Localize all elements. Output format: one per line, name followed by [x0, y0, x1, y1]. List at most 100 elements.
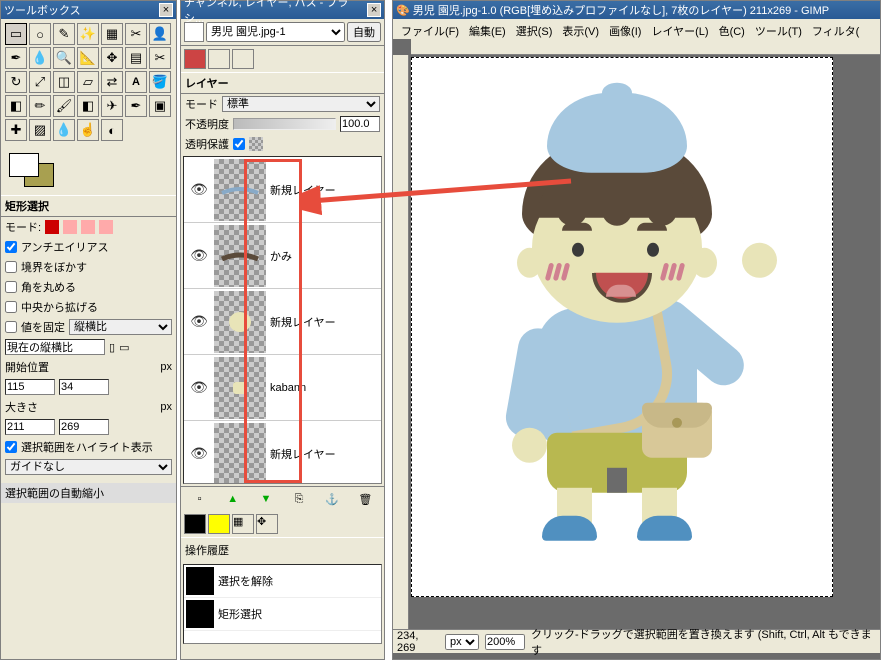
- ruler-horizontal[interactable]: [411, 39, 880, 55]
- flip-tool[interactable]: ⇄: [101, 71, 123, 93]
- brush-tab-icon[interactable]: [184, 514, 206, 534]
- canvas[interactable]: [411, 57, 833, 597]
- text-tool[interactable]: A: [125, 71, 147, 93]
- layer-name[interactable]: kabann: [266, 382, 306, 394]
- color-swatches[interactable]: [1, 145, 176, 195]
- foreground-color[interactable]: [9, 153, 39, 177]
- mode-subtract-icon[interactable]: [81, 220, 95, 234]
- brush-tool[interactable]: 🖌: [53, 95, 75, 117]
- menu-color[interactable]: 色(C): [715, 21, 749, 37]
- current-ratio-input[interactable]: [5, 339, 105, 355]
- lower-layer-icon[interactable]: ▼: [257, 490, 275, 508]
- history-item[interactable]: 矩形選択: [184, 598, 381, 631]
- undo-tab-icon[interactable]: [208, 514, 230, 534]
- channels-tab-icon[interactable]: [208, 49, 230, 69]
- aspect-ratio-select[interactable]: 縦横比: [69, 319, 172, 335]
- picker-tool[interactable]: 💧: [29, 47, 51, 69]
- image-thumb[interactable]: [184, 22, 204, 42]
- blur-checkbox[interactable]: [5, 261, 17, 273]
- eraser-tool[interactable]: ◧: [77, 95, 99, 117]
- smudge-tool[interactable]: ☝: [77, 119, 99, 141]
- zoom-tool[interactable]: 🔍: [53, 47, 75, 69]
- size-h-input[interactable]: [59, 419, 109, 435]
- layer-name[interactable]: 新規レイヤー: [266, 446, 336, 462]
- mode-intersect-icon[interactable]: [99, 220, 113, 234]
- protect-trans-checkbox[interactable]: [233, 138, 245, 150]
- opacity-slider[interactable]: [233, 118, 336, 130]
- scissors-tool[interactable]: ✂: [125, 23, 147, 45]
- visibility-icon[interactable]: 👁: [184, 313, 214, 330]
- unit-select[interactable]: px: [445, 634, 479, 650]
- perspective-clone-tool[interactable]: ▨: [29, 119, 51, 141]
- menu-layer[interactable]: レイヤー(L): [647, 21, 712, 37]
- color-select-tool[interactable]: ▦: [101, 23, 123, 45]
- image-select[interactable]: 男児 園児.jpg-1: [206, 22, 345, 42]
- layer-name[interactable]: 新規レイヤー: [266, 182, 336, 198]
- free-select-tool[interactable]: ✎: [53, 23, 75, 45]
- anchor-layer-icon[interactable]: ⚓: [323, 490, 341, 508]
- layer-thumbnail[interactable]: [214, 423, 266, 485]
- round-checkbox[interactable]: [5, 281, 17, 293]
- align-tool[interactable]: ▤: [125, 47, 147, 69]
- landscape-icon[interactable]: ▭: [119, 341, 129, 354]
- raise-layer-icon[interactable]: ▲: [224, 490, 242, 508]
- layer-item[interactable]: 👁 新規レイヤー: [184, 421, 381, 484]
- opacity-input[interactable]: [340, 116, 380, 132]
- menu-file[interactable]: ファイル(F): [397, 21, 463, 37]
- crop-tool[interactable]: ✂: [149, 47, 171, 69]
- paths-tab-icon[interactable]: [232, 49, 254, 69]
- foreground-tool[interactable]: 👤: [149, 23, 171, 45]
- fuzzy-select-tool[interactable]: ✨: [77, 23, 99, 45]
- auto-button[interactable]: 自動: [347, 22, 381, 42]
- layer-thumbnail[interactable]: [214, 159, 266, 221]
- ink-tool[interactable]: ✒: [125, 95, 147, 117]
- blend-mode-select[interactable]: 標準: [222, 96, 380, 112]
- layer-item[interactable]: 👁 かみ: [184, 223, 381, 289]
- new-layer-icon[interactable]: ▫: [191, 490, 209, 508]
- visibility-icon[interactable]: 👁: [184, 247, 214, 264]
- move-tool[interactable]: ✥: [101, 47, 123, 69]
- airbrush-tool[interactable]: ✈: [101, 95, 123, 117]
- delete-layer-icon[interactable]: 🗑: [356, 490, 374, 508]
- size-w-input[interactable]: [5, 419, 55, 435]
- bucket-tool[interactable]: 🪣: [149, 71, 171, 93]
- dodge-tool[interactable]: ◐: [101, 119, 123, 141]
- visibility-icon[interactable]: 👁: [184, 445, 214, 462]
- portrait-icon[interactable]: ▯: [109, 341, 115, 354]
- visibility-icon[interactable]: 👁: [184, 379, 214, 396]
- menu-image[interactable]: 画像(I): [605, 21, 645, 37]
- layers-tab-icon[interactable]: [184, 49, 206, 69]
- fix-checkbox[interactable]: [5, 321, 17, 333]
- menu-tool[interactable]: ツール(T): [751, 21, 806, 37]
- visibility-icon[interactable]: 👁: [184, 181, 214, 198]
- pattern-tab-icon[interactable]: ▦: [232, 514, 254, 534]
- history-item[interactable]: 選択を解除: [184, 565, 381, 598]
- guide-select[interactable]: ガイドなし: [5, 459, 172, 475]
- center-checkbox[interactable]: [5, 301, 17, 313]
- scale-tool[interactable]: ⤢: [29, 71, 51, 93]
- zoom-input[interactable]: [485, 634, 525, 650]
- heal-tool[interactable]: ✚: [5, 119, 27, 141]
- layer-item[interactable]: 👁 新規レイヤー: [184, 289, 381, 355]
- clone-tool[interactable]: ▣: [149, 95, 171, 117]
- menu-filter[interactable]: フィルタ(: [808, 21, 863, 37]
- close-icon[interactable]: ×: [367, 3, 381, 17]
- start-y-input[interactable]: [59, 379, 109, 395]
- paths-tool[interactable]: ✒: [5, 47, 27, 69]
- pencil-tool[interactable]: ✏: [29, 95, 51, 117]
- start-x-input[interactable]: [5, 379, 55, 395]
- measure-tool[interactable]: 📐: [77, 47, 99, 69]
- highlight-checkbox[interactable]: [5, 441, 17, 453]
- layer-thumbnail[interactable]: [214, 291, 266, 353]
- layer-item[interactable]: 👁 新規レイヤー: [184, 157, 381, 223]
- ruler-vertical[interactable]: [393, 55, 409, 629]
- menu-edit[interactable]: 編集(E): [465, 21, 510, 37]
- layer-thumbnail[interactable]: [214, 225, 266, 287]
- layer-name[interactable]: 新規レイヤー: [266, 314, 336, 330]
- close-icon[interactable]: ×: [159, 3, 173, 17]
- rotate-tool[interactable]: ↻: [5, 71, 27, 93]
- perspective-tool[interactable]: ▱: [77, 71, 99, 93]
- mode-add-icon[interactable]: [63, 220, 77, 234]
- blend-tool[interactable]: ◧: [5, 95, 27, 117]
- antialias-checkbox[interactable]: [5, 241, 17, 253]
